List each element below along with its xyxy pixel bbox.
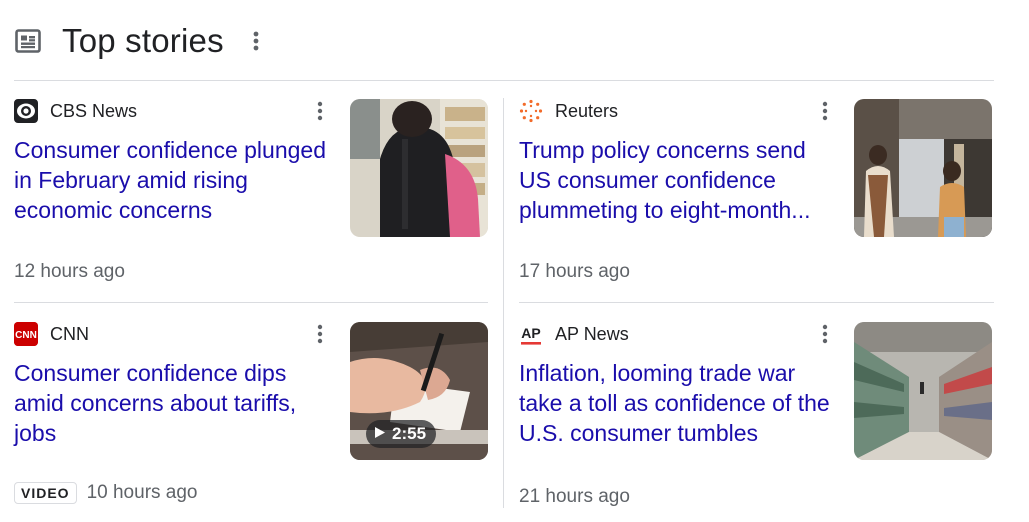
story-headline[interactable]: Consumer confidence plunged in February … (14, 135, 334, 225)
video-duration: 2:55 (366, 420, 437, 448)
section-title: Top stories (62, 22, 224, 59)
story-headline[interactable]: Inflation, looming trade war take a toll… (519, 358, 839, 448)
column-divider (503, 98, 504, 508)
story-time: 12 hours ago (14, 261, 125, 282)
story-thumbnail[interactable] (350, 99, 488, 237)
story-headline[interactable]: Trump policy concerns send US consumer c… (519, 135, 839, 225)
story-card[interactable]: AP AP News Inflation, looming trade war … (519, 322, 994, 522)
play-icon (374, 424, 386, 444)
row-divider-left (14, 302, 488, 303)
ap-logo-icon: AP (519, 322, 543, 346)
story-time: 10 hours ago (86, 482, 198, 503)
source-name: CNN (50, 323, 89, 344)
story-meta: VIDEO 10 hours ago (14, 482, 198, 504)
story-time: 17 hours ago (519, 261, 630, 282)
story-time: 21 hours ago (519, 486, 630, 507)
top-stories-header: Top stories (14, 18, 994, 64)
story-thumbnail[interactable] (854, 99, 992, 237)
more-options-icon[interactable] (310, 320, 330, 348)
more-options-icon[interactable] (310, 97, 330, 125)
story-meta: 17 hours ago (519, 261, 630, 283)
newspaper-icon (14, 28, 42, 54)
story-thumbnail[interactable] (854, 322, 992, 460)
story-meta: 12 hours ago (14, 261, 125, 283)
reuters-dots-icon (519, 99, 543, 123)
source-row: CBS News (14, 99, 137, 123)
source-row: AP AP News (519, 322, 629, 346)
video-badge: VIDEO (14, 482, 77, 504)
source-name: Reuters (555, 100, 619, 121)
source-name: AP News (555, 323, 629, 344)
source-row: Reuters (519, 99, 618, 123)
svg-text:AP: AP (521, 325, 540, 341)
story-headline[interactable]: Consumer confidence dips amid concerns a… (14, 358, 334, 448)
story-meta: 21 hours ago (519, 486, 630, 508)
source-row: CNN CNN (14, 322, 89, 346)
story-card[interactable]: CBS News Consumer confidence plunged in … (14, 99, 489, 299)
story-card[interactable]: CNN CNN Consumer confidence dips amid co… (14, 322, 489, 522)
duration-text: 2:55 (392, 424, 427, 443)
source-name: CBS News (50, 100, 138, 121)
more-options-icon[interactable] (815, 320, 835, 348)
more-options-icon[interactable] (815, 97, 835, 125)
header-divider (14, 80, 994, 81)
cbs-eye-icon (14, 99, 38, 123)
more-options-icon[interactable] (244, 23, 268, 59)
svg-text:CNN: CNN (15, 330, 37, 341)
row-divider-right (519, 302, 994, 303)
video-thumbnail[interactable]: 2:55 (350, 322, 488, 460)
story-card[interactable]: Reuters Trump policy concerns send US co… (519, 99, 994, 299)
cnn-logo-icon: CNN (14, 322, 38, 346)
